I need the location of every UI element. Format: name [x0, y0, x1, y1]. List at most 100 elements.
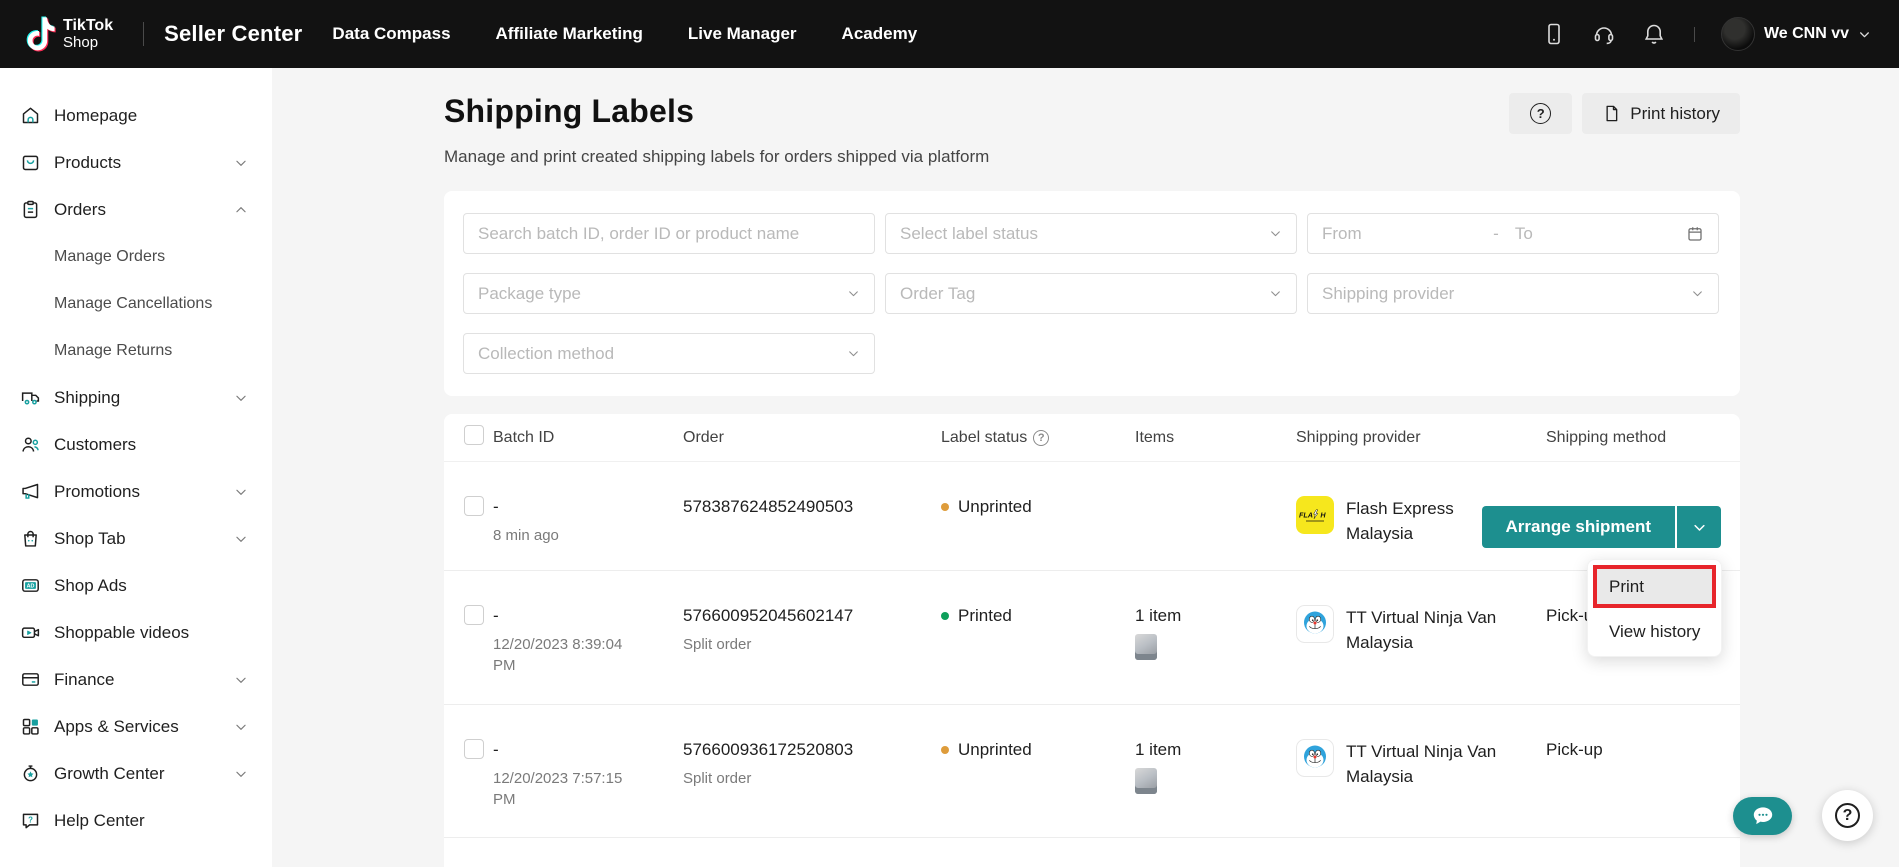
- chevron-down-icon: [234, 673, 248, 687]
- sidebar-item-finance[interactable]: Finance: [0, 656, 272, 703]
- sidebar-item-shipping[interactable]: Shipping: [0, 374, 272, 421]
- shoppable-videos-icon: [20, 622, 41, 643]
- bell-icon[interactable]: [1642, 22, 1666, 46]
- sidebar-item-customers[interactable]: Customers: [0, 421, 272, 468]
- label-status: Printed: [941, 605, 1135, 626]
- chevron-down-icon: [234, 767, 248, 781]
- headset-icon[interactable]: [1592, 22, 1616, 46]
- collection-method-select[interactable]: Collection method: [463, 333, 875, 374]
- search-input[interactable]: [478, 224, 860, 244]
- chevron-down-icon: [1269, 227, 1282, 240]
- topbar-right: We CNN vv: [1542, 17, 1871, 51]
- label-status: Unprinted: [941, 496, 1135, 517]
- sidebar-item-manage-cancellations[interactable]: Manage Cancellations: [0, 280, 272, 327]
- ninja-van-logo: [1296, 605, 1334, 643]
- sidebar-label: Homepage: [54, 106, 137, 126]
- document-icon: [1602, 104, 1621, 123]
- status-dot: [941, 612, 949, 620]
- row-checkbox[interactable]: [464, 605, 484, 625]
- label-status-help-icon[interactable]: ?: [1033, 430, 1049, 446]
- page-help-button[interactable]: ?: [1509, 93, 1572, 134]
- print-history-button[interactable]: Print history: [1582, 93, 1740, 134]
- shipping-provider: TT Virtual Ninja Van Malaysia: [1296, 739, 1546, 789]
- sidebar-item-shop-ads[interactable]: AD Shop Ads: [0, 562, 272, 609]
- package-type-select[interactable]: Package type: [463, 273, 875, 314]
- help-floating-button[interactable]: ?: [1822, 790, 1873, 841]
- sidebar-item-help-center[interactable]: ? Help Center: [0, 797, 272, 844]
- label-status-select[interactable]: Select label status: [885, 213, 1297, 254]
- nav-affiliate-marketing[interactable]: Affiliate Marketing: [496, 24, 643, 44]
- menu-item-print[interactable]: Print: [1597, 569, 1712, 604]
- page-subtitle: Manage and print created shipping labels…: [444, 147, 1740, 167]
- menu-item-view-history[interactable]: View history: [1588, 617, 1721, 647]
- question-circle-icon: ?: [1530, 103, 1551, 124]
- chevron-down-icon: [234, 391, 248, 405]
- chevron-down-icon: [234, 532, 248, 546]
- sidebar-item-orders[interactable]: Orders: [0, 186, 272, 233]
- order-id: 576600952045602147: [683, 605, 941, 626]
- logo-text: TikTok Shop: [63, 17, 113, 51]
- table-row: 576600936472520807 Unprinted 1 item: [444, 838, 1740, 867]
- order-tag-select[interactable]: Order Tag: [885, 273, 1297, 314]
- nav-data-compass[interactable]: Data Compass: [332, 24, 450, 44]
- arrange-shipment-split-button: Arrange shipment: [1482, 506, 1721, 548]
- sidebar-label: Shoppable videos: [54, 623, 189, 643]
- topbar-divider: [143, 22, 144, 46]
- calendar-icon: [1686, 225, 1704, 243]
- row-checkbox[interactable]: [464, 496, 484, 516]
- select-all-checkbox[interactable]: [464, 425, 484, 445]
- header-label-status: Label status: [941, 429, 1027, 447]
- mobile-icon[interactable]: [1542, 22, 1566, 46]
- header-items: Items: [1135, 429, 1296, 447]
- sidebar-item-homepage[interactable]: Homepage: [0, 92, 272, 139]
- shipping-provider-select[interactable]: Shipping provider: [1307, 273, 1719, 314]
- sidebar-item-shop-tab[interactable]: Shop Tab: [0, 515, 272, 562]
- sidebar-label: Shop Ads: [54, 576, 127, 596]
- topbar-nav: Data Compass Affiliate Marketing Live Ma…: [332, 24, 917, 44]
- label-status: Unprinted: [941, 739, 1135, 760]
- status-text: Printed: [958, 605, 1012, 626]
- account-divider: [1694, 27, 1695, 42]
- batch-id: -: [493, 605, 683, 626]
- sidebar-item-promotions[interactable]: Promotions: [0, 468, 272, 515]
- chevron-down-icon: [234, 156, 248, 170]
- tiktok-note-icon: [24, 16, 56, 52]
- sidebar: Homepage Products Orders Manage Orders M…: [0, 68, 272, 867]
- seller-center-title[interactable]: Seller Center: [164, 21, 302, 47]
- topbar: TikTok Shop Seller Center Data Compass A…: [0, 0, 1899, 68]
- svg-text:H: H: [1320, 511, 1326, 520]
- batch-id: -: [493, 496, 683, 517]
- nav-academy[interactable]: Academy: [842, 24, 918, 44]
- collection-method-placeholder: Collection method: [478, 344, 614, 364]
- order-note: Split order: [683, 634, 823, 655]
- sidebar-item-products[interactable]: Products: [0, 139, 272, 186]
- chat-support-button[interactable]: [1733, 797, 1792, 835]
- account-name: We CNN vv: [1764, 25, 1849, 43]
- account-menu[interactable]: We CNN vv: [1721, 17, 1871, 51]
- apps-services-icon: [20, 716, 41, 737]
- date-to-placeholder: To: [1515, 224, 1686, 244]
- products-icon: [20, 152, 41, 173]
- sidebar-label: Orders: [54, 200, 106, 220]
- date-range-picker[interactable]: From - To: [1307, 213, 1719, 254]
- nav-live-manager[interactable]: Live Manager: [688, 24, 797, 44]
- sidebar-label: Shop Tab: [54, 529, 126, 549]
- page-title: Shipping Labels: [444, 93, 694, 130]
- orders-icon: [20, 199, 41, 220]
- sidebar-item-growth-center[interactable]: Growth Center: [0, 750, 272, 797]
- arrange-shipment-caret-button[interactable]: [1675, 506, 1721, 548]
- row-checkbox[interactable]: [464, 739, 484, 759]
- arrange-shipment-dropdown-menu: Print View history: [1587, 559, 1722, 657]
- tiktok-shop-logo[interactable]: TikTok Shop: [24, 16, 113, 52]
- sidebar-label: Help Center: [54, 811, 145, 831]
- sidebar-item-apps-services[interactable]: Apps & Services: [0, 703, 272, 750]
- header-shipping-provider: Shipping provider: [1296, 429, 1546, 447]
- svg-text:?: ?: [28, 816, 33, 825]
- chevron-down-icon: [847, 287, 860, 300]
- home-icon: [20, 105, 41, 126]
- arrange-shipment-button[interactable]: Arrange shipment: [1482, 506, 1675, 548]
- ninja-van-logo: [1296, 739, 1334, 777]
- sidebar-item-manage-returns[interactable]: Manage Returns: [0, 327, 272, 374]
- sidebar-item-manage-orders[interactable]: Manage Orders: [0, 233, 272, 280]
- sidebar-item-shoppable-videos[interactable]: Shoppable videos: [0, 609, 272, 656]
